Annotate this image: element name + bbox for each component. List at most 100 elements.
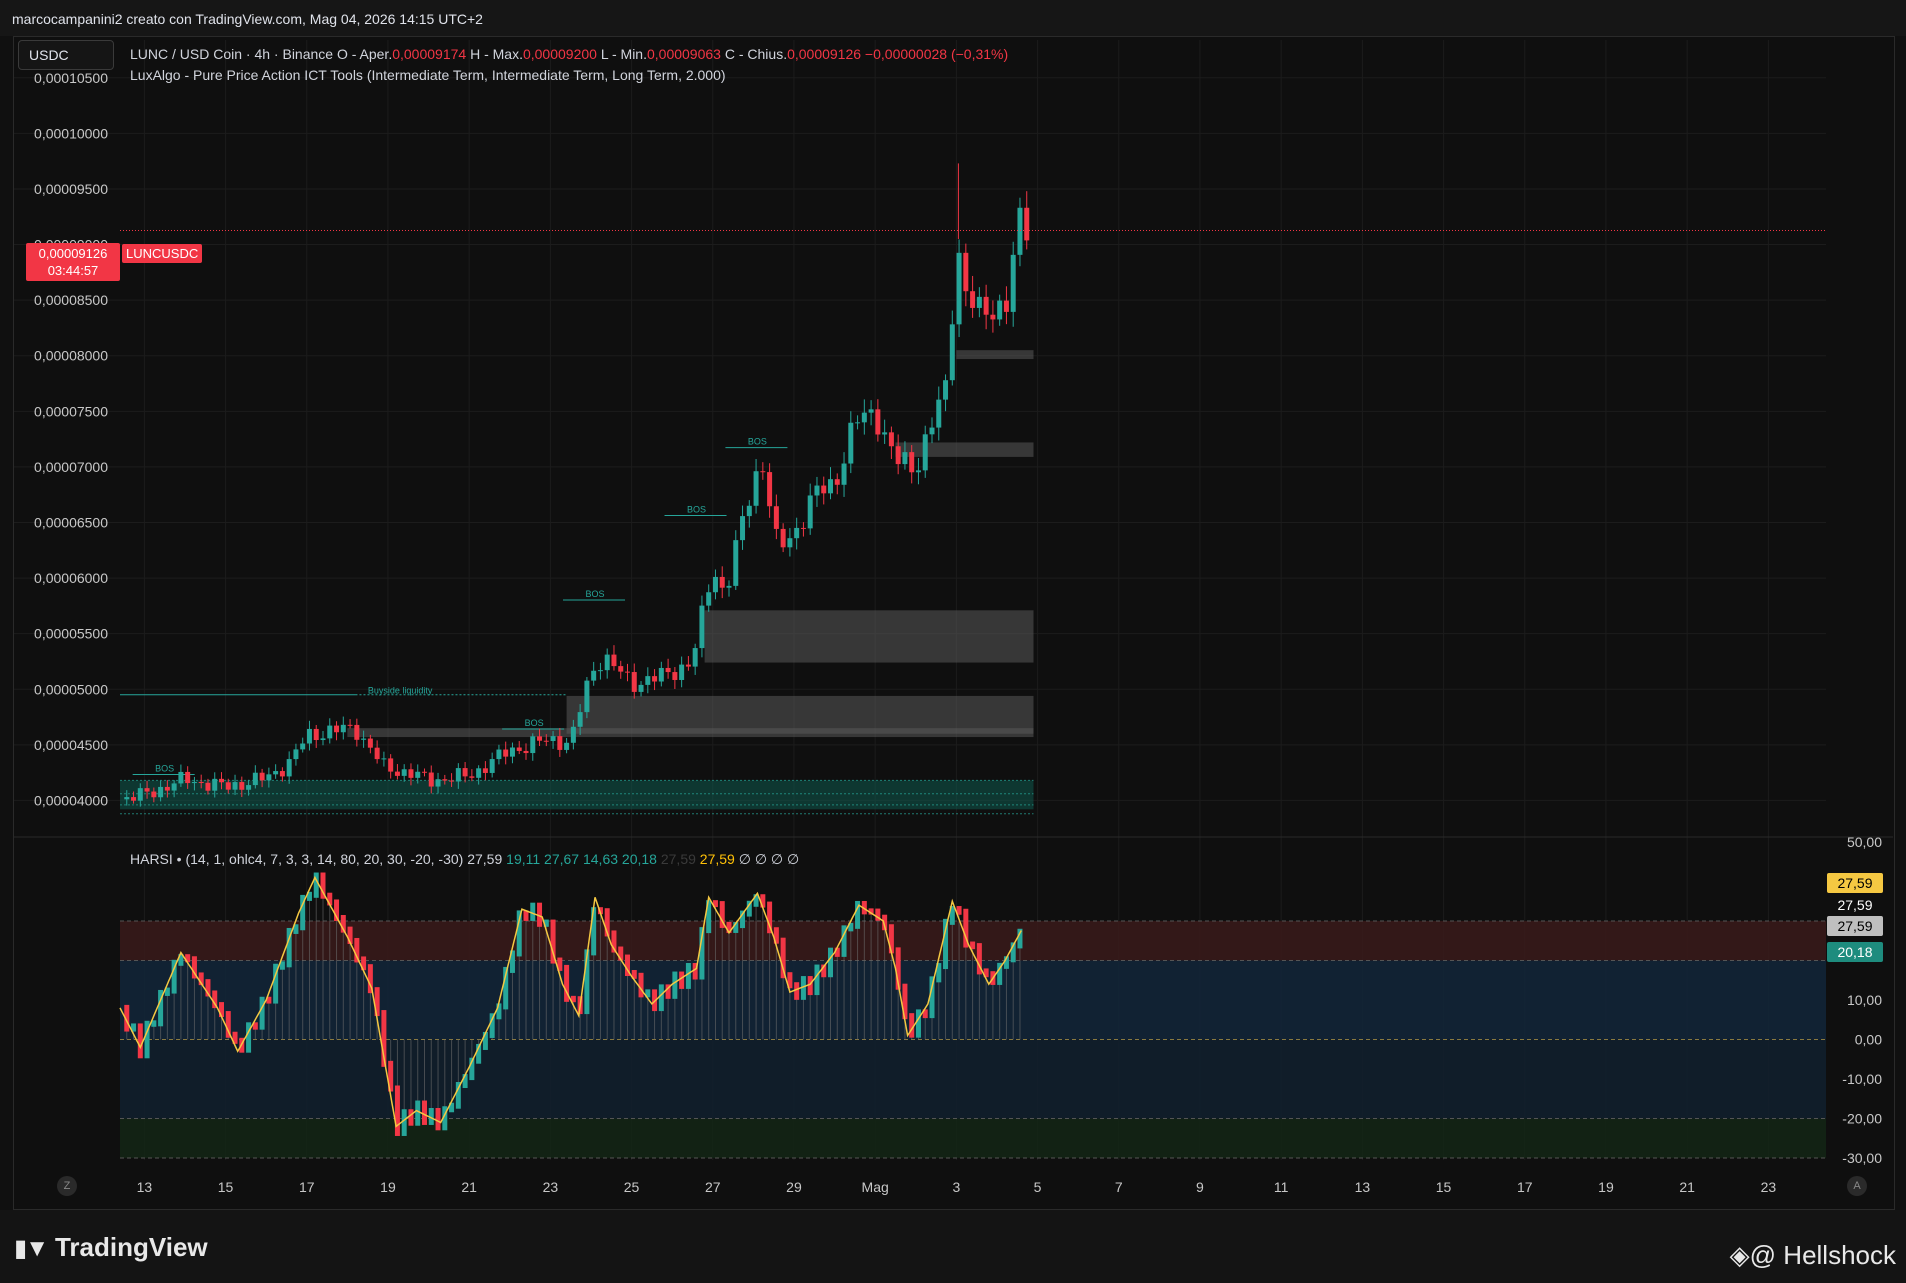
ha-candle (591, 907, 597, 956)
candle-body (1024, 207, 1030, 241)
candle-body (1010, 254, 1016, 312)
time-axis-label: 21 (461, 1179, 477, 1195)
candle-body (814, 485, 820, 496)
ha-candle (888, 924, 894, 954)
harsi-v1: 27,59 (467, 851, 503, 867)
oscillator-axis-label: 10,00 (1847, 992, 1882, 1008)
candle-body (733, 540, 739, 586)
harsi-legend[interactable]: HARSI • (14, 1, ohlc4, 7, 3, 3, 14, 80, … (130, 851, 799, 868)
candle-body (591, 670, 597, 681)
ha-candle (780, 937, 786, 979)
order-block-zone (895, 442, 1034, 457)
time-axis-label: 17 (299, 1179, 315, 1195)
candle-body (151, 791, 157, 798)
candle-body (672, 672, 678, 680)
candle-body (834, 479, 840, 485)
indicator-legend[interactable]: LuxAlgo - Pure Price Action ICT Tools (I… (130, 67, 726, 83)
candle-body (570, 726, 576, 743)
candle-body (740, 516, 746, 541)
oscillator-band (120, 1118, 1826, 1159)
ha-candle (915, 1009, 921, 1038)
time-axis-label: 27 (705, 1179, 721, 1195)
tradingview-logo[interactable]: ▮▼ TradingView (14, 1232, 208, 1263)
candle-body (422, 771, 427, 773)
candle-body (320, 738, 326, 741)
author-signature: ◈@ Hellshock (1730, 1240, 1896, 1271)
symbol-selector[interactable]: USDC (18, 40, 114, 70)
candle-body (239, 782, 245, 790)
candle-body (618, 666, 624, 672)
candle-body (625, 671, 630, 673)
auto-scale-button[interactable]: A (1847, 1176, 1867, 1196)
price-axis-label: 0,00010500 (34, 70, 108, 86)
price-axis-label: 0,00010000 (34, 125, 108, 141)
candle-body (394, 771, 400, 776)
candle-body (313, 728, 319, 741)
candle-body (780, 528, 786, 548)
ha-candle (679, 971, 685, 989)
candle-body (212, 778, 218, 791)
chart-annotation: BOS (748, 437, 767, 447)
candle-body (334, 725, 340, 733)
tradingview-logo-icon: ▮▼ (14, 1235, 49, 1262)
candle-body (767, 472, 773, 507)
oscillator-axis-label: -10,00 (1842, 1071, 1882, 1087)
legend-close: 0,00009126 (787, 46, 862, 62)
legend-open: 0,00009174 (392, 46, 467, 62)
ha-candle (943, 918, 949, 970)
ha-candle (658, 984, 664, 1012)
harsi-v4: 14,63 (582, 851, 619, 867)
ha-candle (408, 1109, 414, 1126)
candle-body (449, 780, 455, 782)
candle-body (611, 654, 617, 667)
time-axis-label: 29 (786, 1179, 802, 1195)
candle-body (943, 380, 949, 400)
diamond-icon: ◈ (1729, 1240, 1750, 1270)
candle-body (482, 768, 488, 773)
candle-body (773, 506, 779, 529)
legend-l-label: L - Min. (596, 46, 647, 62)
chart-annotation: Buyside liquidity (368, 686, 433, 696)
zoom-button[interactable]: Z (57, 1176, 77, 1196)
candle-body (597, 670, 603, 672)
candle-body (875, 409, 881, 435)
candle-body (956, 252, 962, 325)
bottom-bar (0, 1210, 1906, 1283)
price-axis-label: 0,00006000 (34, 570, 108, 586)
candle-body (469, 776, 475, 778)
chart-annotation: BOS (687, 504, 706, 514)
time-axis-label: 15 (1436, 1179, 1452, 1195)
bar-countdown: 03:44:57 (47, 263, 99, 278)
time-axis-label: 17 (1517, 1179, 1533, 1195)
ha-candle (638, 972, 644, 998)
candle-body (388, 758, 394, 772)
chart-canvas[interactable]: 0,000105000,000100000,000095000,00009000… (0, 0, 1906, 1210)
ha-candle (415, 1100, 421, 1126)
time-axis-label: 13 (137, 1179, 153, 1195)
main-legend: LUNC / USD Coin · 4h · Binance O - Aper.… (130, 46, 1008, 62)
candle-body (706, 592, 712, 606)
candle-body (1017, 207, 1023, 255)
chart-annotation: BOS (586, 589, 605, 599)
candle-body (658, 667, 664, 682)
candle-body (976, 296, 982, 308)
candle-body (219, 778, 224, 783)
candle-body (963, 252, 969, 292)
time-axis-label: 3 (952, 1179, 960, 1195)
order-block-zone (704, 610, 1034, 663)
candle-body (361, 738, 367, 740)
price-axis-label: 0,00004500 (34, 737, 108, 753)
ha-candle (794, 982, 800, 1000)
order-block-zone (566, 695, 1034, 734)
price-axis-label: 0,00007000 (34, 459, 108, 475)
candle-body (753, 471, 759, 506)
candle-body (225, 782, 231, 790)
time-axis-label: 23 (543, 1179, 559, 1195)
candle-body (685, 664, 691, 667)
candle-body (435, 779, 441, 787)
legend-high: 0,00009200 (522, 46, 597, 62)
candle-body (821, 485, 827, 494)
price-axis-label: 0,00008000 (34, 348, 108, 364)
candle-body (550, 736, 556, 742)
time-axis-label: 21 (1679, 1179, 1695, 1195)
